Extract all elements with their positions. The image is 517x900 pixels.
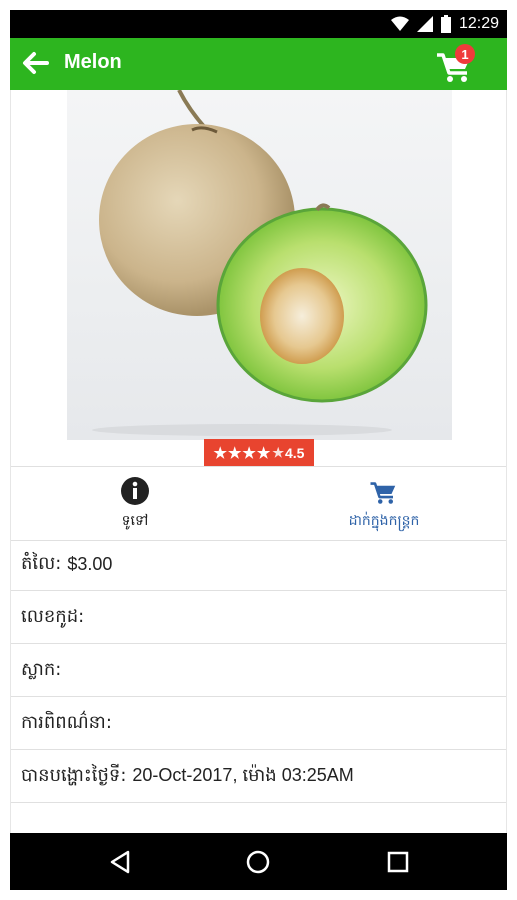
product-image [67, 90, 452, 440]
rating-stars: ★★★★ [213, 444, 272, 462]
recents-square-icon[interactable] [384, 848, 412, 876]
status-icons: 12:29 [390, 10, 499, 38]
posted-date-label: បានបង្ហោះថ្ងៃទី: [21, 765, 127, 786]
half-star-icon: ★ [272, 444, 284, 460]
posted-date-row: បានបង្ហោះថ្ងៃទី: 20-Oct-2017, ម៉ោង 03:25… [11, 751, 506, 803]
info-label: ទូទៅ [121, 512, 149, 529]
action-row: ទូទៅ ដាក់ក្នុងកន្ត្រក [11, 466, 506, 541]
info-button[interactable]: ទូទៅ [11, 467, 259, 540]
arrow-back-icon [23, 52, 49, 74]
price-row: តំលៃ: $3.00 [11, 539, 506, 591]
status-time: 12:29 [458, 15, 499, 32]
navigation-bar [10, 833, 507, 890]
signal-icon [416, 16, 433, 32]
description-row: ការពិពណ៌នា: [11, 698, 506, 750]
melon-photo [92, 90, 428, 436]
home-circle-icon[interactable] [244, 848, 272, 876]
code-label: លេខកូដ: [21, 606, 85, 627]
product-detail: ★★★★ ★ 4.5 ទូទៅ ដាក់ក្នុងកន្ត្រក តំលៃ: $… [10, 90, 507, 833]
wifi-icon [390, 16, 409, 31]
battery-icon [440, 15, 451, 33]
code-row: លេខកូដ: [11, 592, 506, 644]
rating-badge: ★★★★ ★ 4.5 [204, 439, 314, 466]
price-value: $3.00 [67, 554, 113, 574]
add-to-cart-label: ដាក់ក្នុងកន្ត្រក [348, 512, 420, 529]
page-title: Melon [64, 51, 122, 73]
status-bar: 12:29 [10, 10, 507, 38]
posted-date-value: 20-Oct-2017, ម៉ោង 03:25AM [132, 765, 354, 785]
add-to-cart-button[interactable]: ដាក់ក្នុងកន្ត្រក [260, 467, 506, 540]
tag-label: ស្លាក: [21, 659, 62, 680]
app-bar: Melon 1 [10, 38, 507, 90]
tag-row: ស្លាក: [11, 645, 506, 697]
back-triangle-icon[interactable] [106, 848, 134, 876]
price-label: តំលៃ: [21, 553, 62, 574]
description-label: ការពិពណ៌នា: [21, 712, 112, 733]
cart-count-badge: 1 [455, 44, 475, 64]
add-to-cart-icon [370, 481, 396, 504]
back-button[interactable] [20, 48, 54, 80]
rating-value: 4.5 [284, 444, 305, 461]
info-icon [121, 476, 149, 505]
